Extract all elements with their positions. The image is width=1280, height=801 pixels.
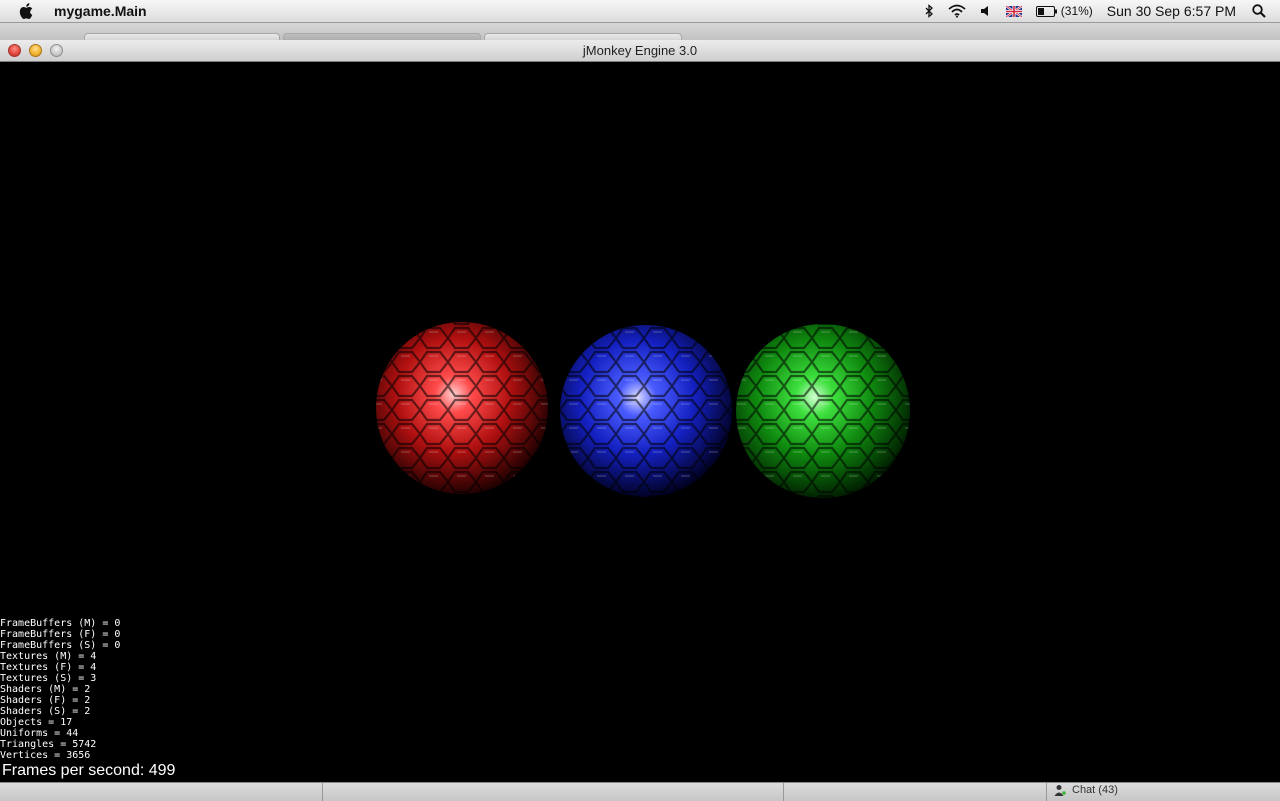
- stat-line: Shaders (F) = 2: [0, 695, 91, 706]
- bluetooth-icon[interactable]: [924, 4, 934, 18]
- stat-line: Shaders (S) = 2: [0, 706, 91, 717]
- render-stats-overlay: FrameBuffers (M) = 0 FrameBuffers (F) = …: [0, 618, 120, 761]
- background-tab-strip: [0, 23, 1280, 42]
- stat-line: FrameBuffers (F) = 0: [0, 629, 121, 640]
- battery-status[interactable]: (31%): [1035, 4, 1093, 18]
- stat-line: FrameBuffers (S) = 0: [0, 640, 121, 651]
- green-sphere: [736, 324, 910, 498]
- stat-line: Textures (F) = 4: [0, 662, 97, 673]
- chat-button[interactable]: Chat (43): [1054, 784, 1118, 796]
- divider: [322, 783, 323, 801]
- fps-counter: Frames per second: 499: [2, 762, 176, 779]
- window-title-bar[interactable]: jMonkey Engine 3.0: [0, 40, 1280, 62]
- app-name-menu[interactable]: mygame.Main: [54, 3, 147, 19]
- render-canvas[interactable]: FrameBuffers (M) = 0 FrameBuffers (F) = …: [0, 62, 1280, 782]
- battery-icon: [1035, 5, 1057, 17]
- stat-line: Shaders (M) = 2: [0, 684, 91, 695]
- stat-line: Triangles = 5742: [0, 739, 97, 750]
- apple-icon[interactable]: [19, 2, 35, 20]
- window-close-button[interactable]: [8, 44, 21, 57]
- spotlight-search-icon[interactable]: [1252, 4, 1266, 18]
- battery-percent: (31%): [1060, 4, 1093, 18]
- person-icon: [1054, 785, 1066, 796]
- volume-icon[interactable]: [980, 5, 992, 17]
- wifi-icon[interactable]: [948, 4, 966, 18]
- menu-bar: mygame.Main (31%) Sun 30 Sep 6:57 PM: [0, 0, 1280, 23]
- window-title: jMonkey Engine 3.0: [582, 43, 698, 58]
- red-sphere: [376, 322, 548, 494]
- menubar-clock[interactable]: Sun 30 Sep 6:57 PM: [1107, 3, 1236, 19]
- background-window-status-bar: Chat (43): [0, 782, 1280, 801]
- stat-line: Objects = 17: [0, 717, 73, 728]
- stat-line: Textures (S) = 3: [0, 673, 97, 684]
- window-zoom-button[interactable]: [50, 44, 63, 57]
- stat-line: Textures (M) = 4: [0, 651, 97, 662]
- divider: [783, 783, 784, 801]
- stat-line: Uniforms = 44: [0, 728, 79, 739]
- uk-flag-icon[interactable]: [1005, 5, 1022, 17]
- blue-sphere: [560, 325, 732, 497]
- chat-label: Chat (43): [1072, 784, 1118, 796]
- stat-line: Vertices = 3656: [0, 750, 91, 761]
- stat-line: FrameBuffers (M) = 0: [0, 618, 121, 629]
- divider: [1046, 783, 1047, 801]
- scene-view: [376, 322, 910, 498]
- window-minimize-button[interactable]: [29, 44, 42, 57]
